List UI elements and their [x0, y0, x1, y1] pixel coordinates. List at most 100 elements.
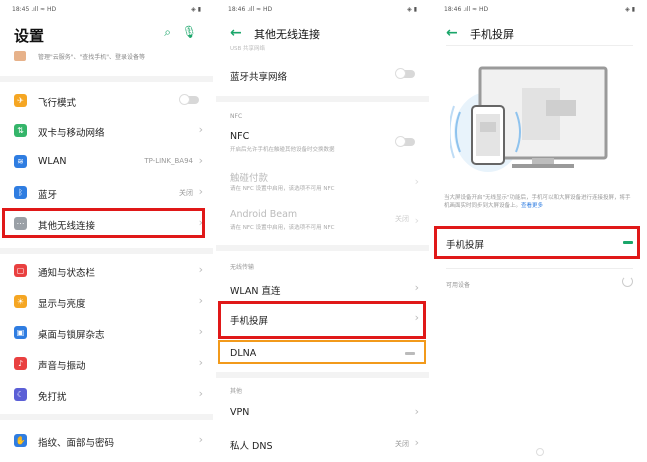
back-arrow-icon[interactable]: ←: [446, 25, 458, 41]
mic-icon[interactable]: 🎙: [182, 25, 197, 39]
status-icons: ◈ ▮: [191, 6, 201, 13]
learn-more-link[interactable]: 查看更多: [521, 203, 543, 209]
android-beam-desc: 请在 NFC 设置中启用，该选项不可用 NFC: [230, 225, 335, 231]
cloud-icon: [14, 51, 26, 61]
vpn-label: VPN: [230, 407, 250, 418]
nfc-row[interactable]: NFC 开启后允许手机在触碰其他设备时交换数据: [216, 126, 429, 160]
loading-dot-icon: [536, 448, 544, 456]
usb-share-partial: USB 共享网络: [230, 46, 266, 52]
status-time: 18:45 .ıll ≈ HD: [12, 6, 57, 13]
fingerprint-icon: ✋: [14, 434, 27, 447]
wlan-direct-label: WLAN 直连: [230, 286, 281, 297]
back-arrow-icon[interactable]: ←: [230, 25, 242, 41]
chevron-right-icon: ›: [198, 185, 203, 198]
settings-item-label: 飞行模式: [38, 98, 77, 109]
settings-item-bluetooth[interactable]: ᛒ 蓝牙 关闭 ›: [0, 179, 213, 207]
chevron-right-icon: ›: [414, 405, 419, 418]
status-time: 18:46 .ıll ≈ HD: [444, 6, 489, 13]
wireless-section-title: 无线传输: [230, 264, 255, 271]
chevron-right-icon: ›: [198, 387, 203, 400]
chevron-right-icon: ›: [198, 294, 203, 307]
status-icons: ◈ ▮: [625, 6, 635, 13]
search-icon[interactable]: ⌕: [164, 25, 171, 40]
tap-pay-label: 触碰付款: [230, 173, 269, 184]
cloud-service-row[interactable]: 管理"云服务"、"查找手机"、登录设备等: [0, 46, 213, 68]
highlight-box: [2, 208, 205, 238]
highlight-box: [218, 301, 426, 339]
highlight-box: [434, 226, 640, 259]
status-time: 18:46 .ıll ≈ HD: [228, 6, 273, 13]
android-beam-row: Android Beam 关闭 请在 NFC 设置中启用，该选项不可用 NFC …: [216, 204, 429, 238]
screencast-screen: 18:46 .ıll ≈ HD ◈ ▮ ← 手机投屏 当大屏设备开启"无线显示"…: [432, 0, 647, 462]
chevron-right-icon: ›: [198, 325, 203, 338]
private-dns-label: 私人 DNS: [230, 441, 273, 452]
status-icons: ◈ ▮: [407, 6, 417, 13]
available-devices-label: 可用设备: [446, 282, 471, 289]
wlan-value: TP-LINK_BA94: [144, 157, 193, 165]
header: 设置 ⌕ 🎙: [0, 22, 213, 46]
divider: [216, 372, 429, 378]
private-dns-row[interactable]: 私人 DNS 关闭 ›: [216, 430, 429, 458]
chevron-right-icon: ›: [414, 214, 419, 227]
tap-pay-desc: 请在 NFC 设置中启用，该选项不可用 NFC: [230, 186, 335, 192]
chevron-right-icon: ›: [198, 356, 203, 369]
cloud-service-text: 管理"云服务"、"查找手机"、登录设备等: [38, 54, 146, 61]
settings-item-dnd[interactable]: ☾ 免打扰 ›: [0, 381, 213, 409]
page-title: 其他无线连接: [254, 28, 320, 41]
status-bar: 18:45 .ıll ≈ HD ◈ ▮: [12, 6, 201, 16]
settings-item-label: WLAN: [38, 156, 67, 167]
nfc-section-title: NFC: [230, 113, 243, 120]
settings-item-wallpaper[interactable]: ▣ 桌面与锁屏杂志 ›: [0, 319, 213, 347]
bluetooth-value: 关闭: [179, 189, 193, 197]
android-beam-label: Android Beam: [230, 209, 298, 220]
airplane-toggle[interactable]: [179, 94, 199, 105]
settings-item-label: 指纹、面部与密码: [38, 438, 115, 449]
bt-share-toggle[interactable]: [395, 68, 415, 79]
divider: [446, 268, 633, 269]
settings-item-notifications[interactable]: ▢ 通知与状态栏 ›: [0, 257, 213, 285]
settings-item-label: 显示与亮度: [38, 299, 86, 310]
other-section-title: 其他: [230, 388, 243, 395]
chevron-right-icon: ›: [198, 433, 203, 446]
nfc-toggle[interactable]: [395, 136, 415, 147]
nfc-desc: 开启后允许手机在触碰其他设备时交换数据: [230, 147, 335, 153]
wifi-icon: ≋: [14, 155, 27, 168]
settings-item-display[interactable]: ☀ 显示与亮度 ›: [0, 288, 213, 316]
settings-item-label: 声音与振动: [38, 361, 86, 372]
settings-item-wlan[interactable]: ≋ WLAN TP-LINK_BA94 ›: [0, 148, 213, 176]
settings-item-label: 双卡与移动网络: [38, 128, 105, 139]
tap-pay-row: 触碰付款 请在 NFC 设置中启用，该选项不可用 NFC ›: [216, 165, 429, 199]
brightness-icon: ☀: [14, 295, 27, 308]
divider: [0, 76, 213, 82]
divider: [0, 414, 213, 420]
loading-spinner-icon: [622, 276, 633, 287]
nfc-label: NFC: [230, 131, 250, 142]
header: ← 手机投屏: [432, 22, 647, 46]
settings-item-sound[interactable]: ♪ 声音与振动 ›: [0, 350, 213, 378]
status-bar: 18:46 .ıll ≈ HD ◈ ▮: [444, 6, 635, 16]
wlan-direct-row[interactable]: WLAN 直连 ›: [216, 275, 429, 303]
other-wireless-screen: 18:46 .ıll ≈ HD ◈ ▮ ← 其他无线连接 USB 共享网络 蓝牙…: [216, 0, 429, 462]
chevron-right-icon: ›: [198, 263, 203, 276]
settings-item-security[interactable]: ✋ 指纹、面部与密码 ›: [0, 427, 213, 455]
settings-item-label: 蓝牙: [38, 190, 58, 201]
chevron-right-icon: ›: [414, 281, 419, 294]
page-title: 设置: [14, 27, 45, 45]
chevron-right-icon: ›: [198, 123, 203, 136]
highlight-box-orange: [218, 340, 426, 364]
settings-item-mobile-network[interactable]: ⇅ 双卡与移动网络 ›: [0, 117, 213, 145]
notification-icon: ▢: [14, 264, 27, 277]
settings-screen: 18:45 .ıll ≈ HD ◈ ▮ 设置 ⌕ 🎙 管理"云服务"、"查找手机…: [0, 0, 213, 462]
vpn-row[interactable]: VPN ›: [216, 399, 429, 427]
settings-item-label: 桌面与锁屏杂志: [38, 330, 105, 341]
header: ← 其他无线连接: [216, 22, 429, 46]
settings-item-airplane[interactable]: ✈ 飞行模式: [0, 87, 213, 115]
divider: [216, 245, 429, 251]
bluetooth-icon: ᛒ: [14, 186, 27, 199]
sound-icon: ♪: [14, 357, 27, 370]
screencast-description: 当大屏设备开启"无线显示"功能后，手机可以和大屏设备进行连接投屏，将手机画面实时…: [444, 195, 631, 209]
chevron-right-icon: ›: [414, 175, 419, 188]
divider: [216, 96, 429, 102]
airplane-icon: ✈: [14, 94, 27, 107]
bt-share-row[interactable]: 蓝牙共享网络: [216, 61, 429, 89]
